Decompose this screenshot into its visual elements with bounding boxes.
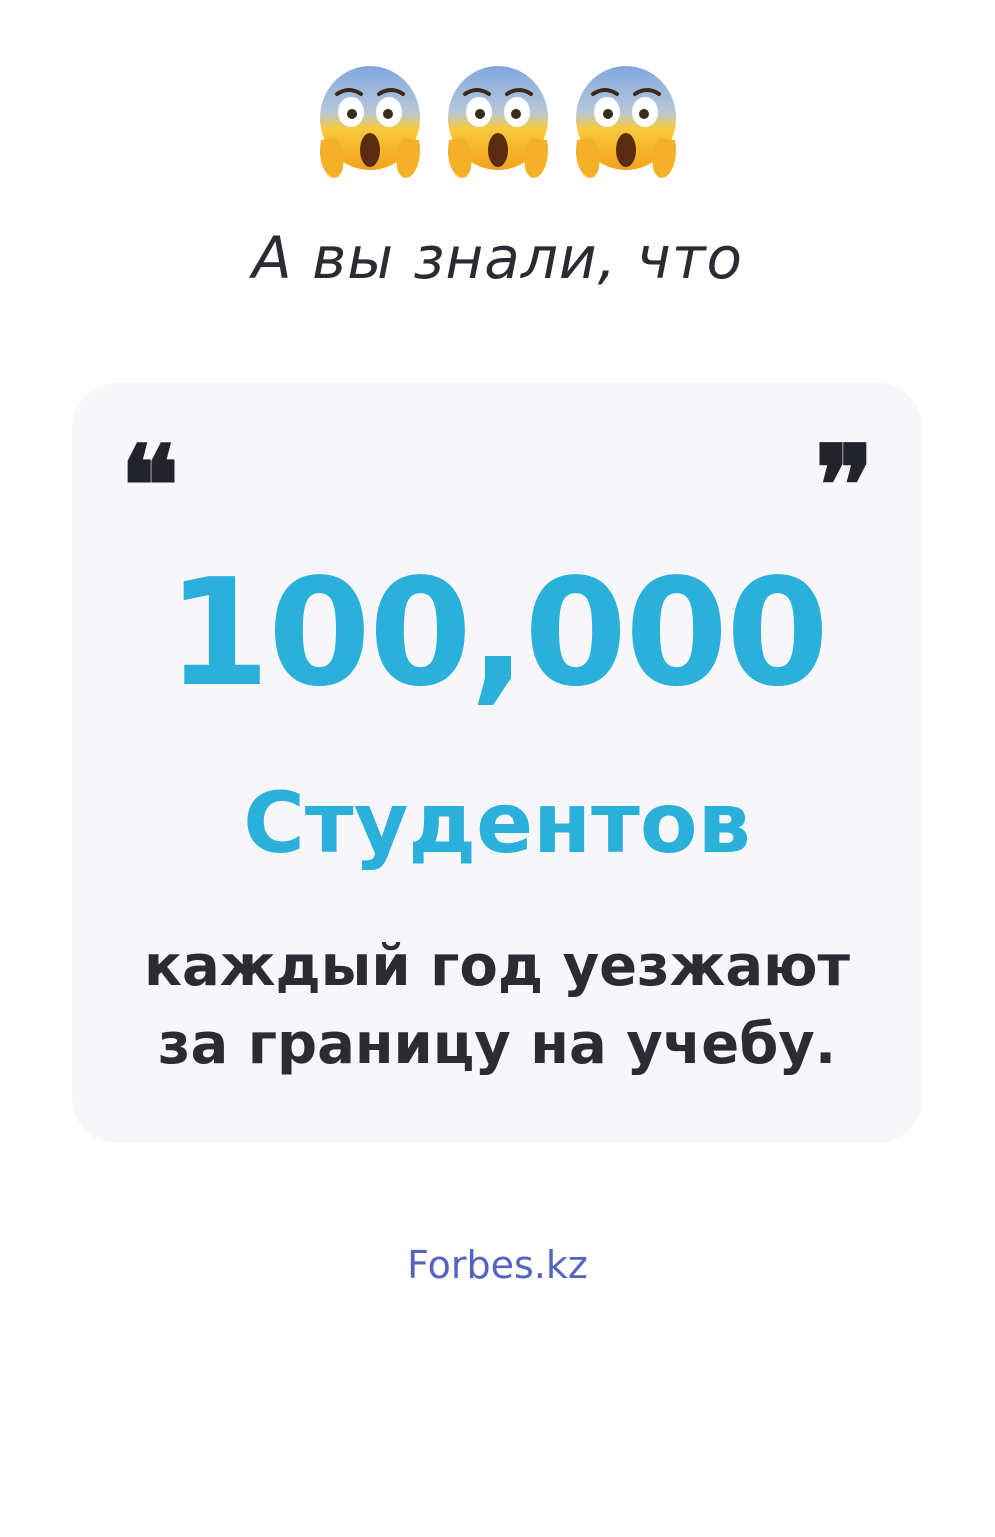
fact-description: каждый год уезжают за границу на учебу. (72, 928, 922, 1084)
infographic-page: А вы знали, что ❝ ❞ 100,000 Студентов ка… (0, 0, 995, 1537)
highlight-word: Студентов (243, 774, 751, 872)
face-screaming-in-fear-icon (319, 66, 420, 178)
fact-card: ❝ ❞ 100,000 Студентов каждый год уезжают… (72, 383, 922, 1143)
open-quote-icon: ❝ (120, 421, 180, 550)
source-label: Forbes.kz (407, 1243, 588, 1287)
emoji-row (0, 64, 995, 182)
description-line-2: за границу на учебу. (157, 1012, 837, 1077)
face-screaming-in-fear-icon (447, 66, 548, 178)
face-screaming-in-fear-icon (575, 66, 676, 178)
intro-text: А вы знали, что (251, 224, 743, 292)
close-quote-icon: ❞ (814, 421, 874, 550)
big-number: 100,000 (166, 547, 829, 719)
description-line-1: каждый год уезжают (143, 934, 850, 999)
